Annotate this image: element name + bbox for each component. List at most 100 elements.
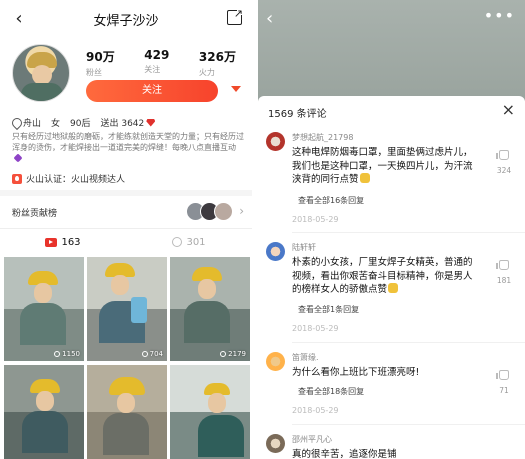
avatar[interactable] [12, 44, 70, 102]
purple-heart-icon [13, 153, 23, 163]
comment-text: 这种电焊防烟毒口罩，里面垫俩过虑片儿，我们也是这种口罩，一天换四片儿，为汗流浃背… [292, 146, 476, 187]
like-count: 71 [499, 386, 509, 395]
comment-body: 这种电焊防烟毒口罩，里面垫俩过虑片儿，我们也是这种口罩，一天换四片儿，为汗流浃背… [292, 147, 473, 185]
bio-text: 只有经历过地狱般的磨砺，才能练就创造天堂的力量；只有经历过浑身的烫伤，才能焊接出… [12, 132, 244, 153]
comment-text: 为什么看你上班比下班漂亮呀! [292, 367, 420, 378]
comment-text: 朴素的小女孩，厂里女焊子女精英，普通的视频，看出你艰苦奋斗目标精神，你是男人的榜… [292, 256, 476, 297]
video-thumbnail[interactable] [87, 365, 167, 459]
commenter-avatar[interactable] [266, 132, 285, 151]
view-count: 704 [141, 350, 163, 358]
video-thumbnail[interactable]: 1150 [4, 257, 84, 361]
location-text: 舟山 [23, 119, 42, 129]
location-pin-icon [12, 118, 20, 128]
comment-item: 陆轩轩 朴素的小女孩，厂里女焊子女精英，普通的视频，看出你艰苦奋斗目标精神，你是… [258, 242, 525, 333]
huoshan-logo-icon [12, 173, 22, 184]
content-tabs: 163 301 [0, 229, 252, 255]
comments-screen: ‹ ••• 1569 条评论 × 梦想起航_21798 这种电焊防烟毒口罩，里面… [258, 0, 525, 459]
commenter-avatar[interactable] [266, 434, 285, 453]
like-icon [172, 237, 183, 247]
comments-count-title: 1569 条评论 [268, 109, 327, 120]
comment-body: 朴素的小女孩，厂里女焊子女精英，普通的视频，看出你艰苦奋斗目标精神，你是男人的榜… [292, 257, 473, 295]
view-count-text: 1150 [62, 350, 80, 358]
chevron-right-icon: › [239, 204, 244, 218]
view-count: 2179 [220, 350, 246, 358]
view-replies-link[interactable]: 查看全部1条回复 [298, 304, 359, 315]
thumbs-up-emoji-icon [359, 173, 370, 183]
video-thumbnail[interactable]: 2179 [170, 257, 250, 361]
comment-like[interactable]: 181 [495, 260, 513, 285]
fans-contribution-row[interactable]: 粉丝贡献榜 › [0, 196, 252, 228]
stat-fans[interactable]: 90万 粉丝 [86, 48, 115, 78]
top-bar: ‹ 女焊子沙沙 ↗ [0, 0, 252, 36]
comments-sheet: 1569 条评论 × 梦想起航_21798 这种电焊防烟毒口罩，里面垫俩过虑片儿… [258, 96, 525, 459]
stats-row: 90万 粉丝 429 关注 326万 火力 [86, 48, 236, 78]
share-arrow-icon: ↗ [233, 7, 243, 20]
sent-text: 送出 3642 [100, 119, 145, 129]
commenter-name[interactable]: 陆轩轩 [292, 242, 316, 253]
commenter-avatar[interactable] [266, 352, 285, 371]
stat-following[interactable]: 429 关注 [144, 48, 169, 78]
stat-label: 火力 [198, 68, 215, 77]
view-count-text: 2179 [228, 350, 246, 358]
comment-text: 真的很辛苦，追逐你是铺 [292, 449, 397, 459]
stat-fire[interactable]: 326万 火力 [199, 48, 236, 78]
view-count-text: 704 [149, 350, 163, 358]
divider [292, 342, 525, 343]
comment-time: 2018-05-29 [292, 324, 339, 333]
screenshot-composite: ‹ 女焊子沙沙 ↗ 90万 粉丝 429 关注 326万 火力 关注 舟山 女 … [0, 0, 525, 459]
video-thumbnail[interactable]: 704 [87, 257, 167, 361]
comment-time: 2018-05-29 [292, 215, 339, 224]
commenter-name[interactable]: 梦想起航_21798 [292, 132, 353, 143]
comment-item: 梦想起航_21798 这种电焊防烟毒口罩，里面垫俩过虑片儿，我们也是这种口罩，一… [258, 132, 525, 224]
comment-like[interactable]: 324 [495, 150, 513, 175]
stat-number: 429 [144, 48, 170, 62]
stat-label: 关注 [144, 65, 161, 74]
commenter-avatar[interactable] [266, 242, 285, 261]
commenter-name[interactable]: 邵州平凡心 [292, 434, 332, 445]
certification: 火山认证：火山视频达人 [12, 172, 125, 185]
age-text: 90后 [70, 119, 91, 129]
comment-time: 2018-05-29 [292, 406, 339, 415]
follow-button[interactable]: 关注 [86, 80, 218, 102]
video-thumbnail[interactable] [170, 365, 250, 459]
video-grid: 1150 704 2179 [4, 257, 250, 459]
tab-likes[interactable]: 301 [126, 229, 252, 255]
view-count: 1150 [54, 350, 80, 358]
comment-item: 笛箫缘. 为什么看你上班比下班漂亮呀! 查看全部18条回复 2018-05-29… [258, 352, 525, 422]
tab-videos[interactable]: 163 [0, 229, 126, 255]
back-icon[interactable]: ‹ [266, 8, 273, 29]
commenter-name[interactable]: 笛箫缘. [292, 352, 319, 363]
comment-like[interactable]: 71 [495, 370, 513, 395]
comments-header: 1569 条评论 × [258, 96, 525, 124]
stat-number: 326万 [198, 50, 236, 64]
stat-number: 90万 [86, 50, 115, 64]
stat-label: 粉丝 [86, 68, 102, 77]
tab-label: 163 [61, 236, 81, 248]
profile-panel: ‹ 女焊子沙沙 ↗ 90万 粉丝 429 关注 326万 火力 关注 舟山 女 … [0, 0, 252, 459]
profile-info: 舟山 女 90后 送出 3642 [12, 116, 156, 129]
thumb-up-icon [496, 370, 509, 380]
thumb-up-icon [496, 150, 509, 160]
gender-text: 女 [51, 119, 61, 129]
fans-label: 粉丝贡献榜 [12, 209, 58, 219]
divider [292, 424, 525, 425]
more-icon[interactable]: ••• [484, 6, 515, 25]
video-icon [45, 237, 58, 247]
close-icon[interactable]: × [502, 100, 515, 119]
like-count: 181 [496, 276, 512, 285]
diamond-icon [146, 118, 156, 127]
fan-avatar [214, 202, 233, 221]
cert-text: 火山认证：火山视频达人 [26, 175, 126, 185]
chevron-down-icon[interactable] [231, 86, 241, 92]
thumbs-up-emoji-icon [388, 283, 399, 293]
tab-label: 301 [186, 236, 206, 248]
view-replies-link[interactable]: 查看全部16条回复 [298, 195, 364, 206]
divider [292, 232, 525, 233]
comment-item: 邵州平凡心 真的很辛苦，追逐你是铺 [258, 434, 525, 459]
video-thumbnail[interactable] [4, 365, 84, 459]
view-replies-link[interactable]: 查看全部18条回复 [298, 386, 364, 397]
like-count: 324 [496, 166, 512, 175]
thumb-up-icon [496, 260, 509, 270]
bio: 只有经历过地狱般的磨砺，才能练就创造天堂的力量；只有经历过浑身的烫伤，才能焊接出… [12, 131, 244, 165]
page-title: 女焊子沙沙 [93, 14, 159, 29]
